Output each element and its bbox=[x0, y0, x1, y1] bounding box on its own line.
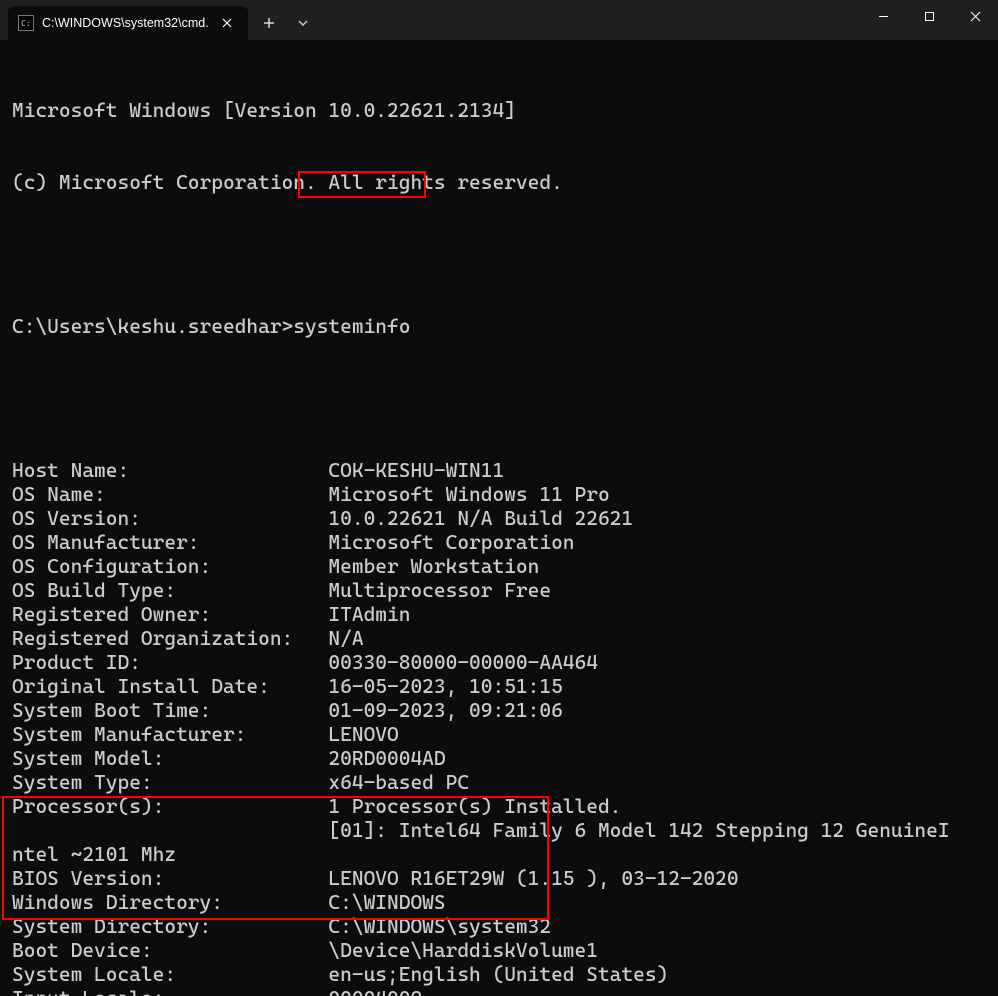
output-row: System Locale: en-us;English (United Sta… bbox=[12, 962, 986, 986]
output-row: BIOS Version: LENOVO R16ET29W (1.15 ), 0… bbox=[12, 866, 986, 890]
maximize-button[interactable] bbox=[906, 0, 952, 32]
close-window-button[interactable] bbox=[952, 0, 998, 32]
tab-title: C:\WINDOWS\system32\cmd. bbox=[42, 16, 209, 30]
output-row: OS Manufacturer: Microsoft Corporation bbox=[12, 530, 986, 554]
output-row: [01]: Intel64 Family 6 Model 142 Steppin… bbox=[12, 818, 986, 842]
output-row: OS Build Type: Multiprocessor Free bbox=[12, 578, 986, 602]
copyright-line: (c) Microsoft Corporation. All rights re… bbox=[12, 170, 986, 194]
output-row: OS Version: 10.0.22621 N/A Build 22621 bbox=[12, 506, 986, 530]
output-row: OS Name: Microsoft Windows 11 Pro bbox=[12, 482, 986, 506]
output-row-wrap: ntel ~2101 Mhz bbox=[12, 842, 986, 866]
output-row: Registered Owner: ITAdmin bbox=[12, 602, 986, 626]
output-row: Original Install Date: 16-05-2023, 10:51… bbox=[12, 674, 986, 698]
blank-line bbox=[12, 242, 986, 266]
window-controls bbox=[860, 0, 998, 40]
systeminfo-output: Host Name: COK-KESHU-WIN11OS Name: Micro… bbox=[12, 458, 986, 996]
blank-line bbox=[12, 386, 986, 410]
prompt-text: C:\Users\keshu.sreedhar> bbox=[12, 314, 293, 338]
terminal-output[interactable]: Microsoft Windows [Version 10.0.22621.21… bbox=[0, 40, 998, 996]
titlebar: C: C:\WINDOWS\system32\cmd. bbox=[0, 0, 998, 40]
tab-close-button[interactable] bbox=[216, 12, 238, 34]
output-row: Windows Directory: C:\WINDOWS bbox=[12, 890, 986, 914]
output-row: System Boot Time: 01-09-2023, 09:21:06 bbox=[12, 698, 986, 722]
output-row: System Type: x64-based PC bbox=[12, 770, 986, 794]
output-row: System Model: 20RD0004AD bbox=[12, 746, 986, 770]
output-row: Product ID: 00330-80000-00000-AA464 bbox=[12, 650, 986, 674]
output-row: Input Locale: 00004009 bbox=[12, 986, 986, 996]
prompt-line: C:\Users\keshu.sreedhar>systeminfo bbox=[12, 314, 986, 338]
output-row: OS Configuration: Member Workstation bbox=[12, 554, 986, 578]
cmd-icon: C: bbox=[18, 15, 34, 31]
terminal-tab[interactable]: C: C:\WINDOWS\system32\cmd. bbox=[8, 6, 248, 40]
minimize-button[interactable] bbox=[860, 0, 906, 32]
command-text: systeminfo bbox=[293, 314, 410, 338]
svg-text:C:: C: bbox=[21, 19, 31, 28]
output-row: Host Name: COK-KESHU-WIN11 bbox=[12, 458, 986, 482]
output-row: Processor(s): 1 Processor(s) Installed. bbox=[12, 794, 986, 818]
tab-dropdown-button[interactable] bbox=[286, 6, 320, 40]
output-row: Boot Device: \Device\HarddiskVolume1 bbox=[12, 938, 986, 962]
output-row: System Manufacturer: LENOVO bbox=[12, 722, 986, 746]
new-tab-button[interactable] bbox=[252, 6, 286, 40]
output-row: Registered Organization: N/A bbox=[12, 626, 986, 650]
banner-line: Microsoft Windows [Version 10.0.22621.21… bbox=[12, 98, 986, 122]
output-row: System Directory: C:\WINDOWS\system32 bbox=[12, 914, 986, 938]
